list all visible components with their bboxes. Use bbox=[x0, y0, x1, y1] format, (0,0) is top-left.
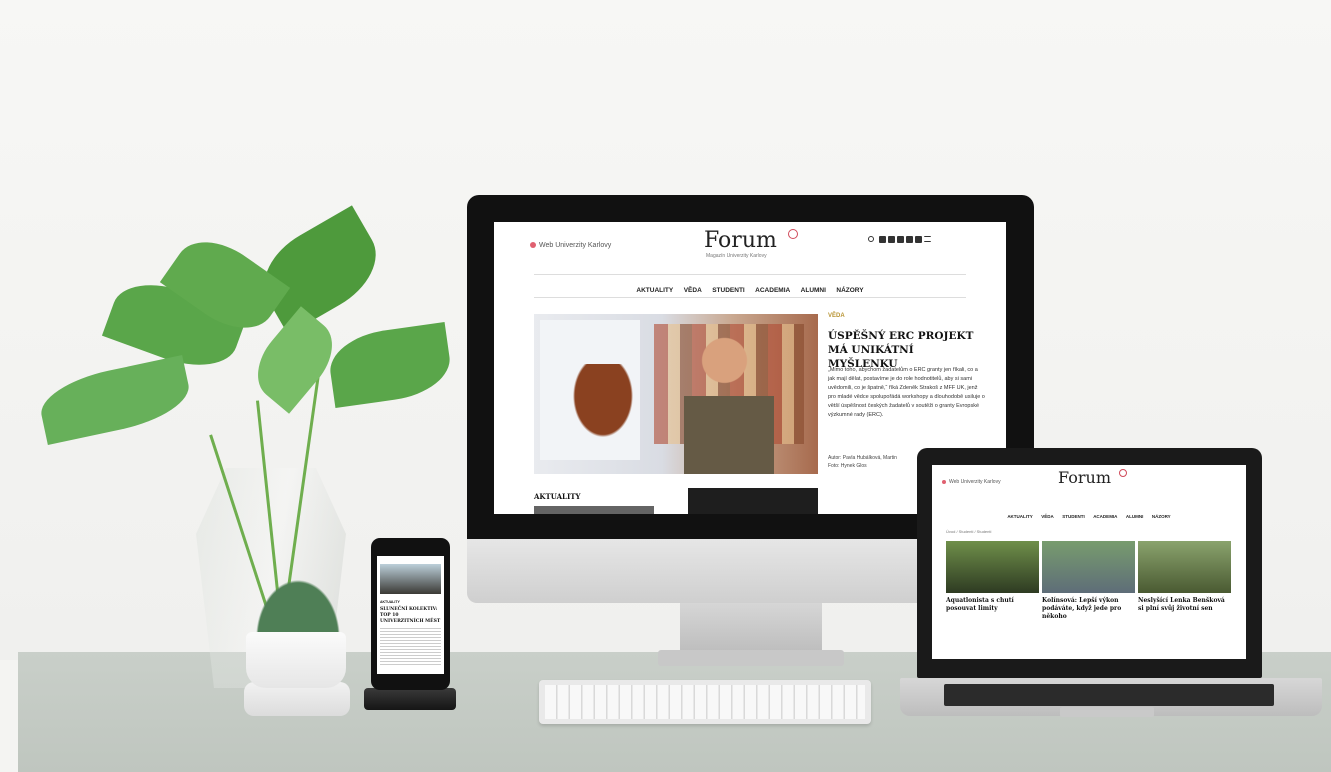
site-logo[interactable]: Forum bbox=[704, 228, 777, 253]
menu-icon[interactable] bbox=[924, 236, 931, 242]
card-image bbox=[1138, 541, 1231, 593]
logo-subtitle: Magazín Univerzity Karlovy bbox=[706, 253, 767, 259]
article-excerpt: „Mimo toho, abychom žadatelům o ERC gran… bbox=[828, 367, 985, 418]
phone-screen: AKTUALITY SLUNEČNÍ KOLEKTIV: TOP 10 UNIV… bbox=[377, 556, 444, 674]
nav-item-veda[interactable]: VĚDA bbox=[1041, 514, 1054, 519]
nav-item-alumni[interactable]: ALUMNI bbox=[1126, 514, 1144, 519]
nav-item-nazory[interactable]: NÁZORY bbox=[1152, 514, 1171, 519]
card-title: Aquatlonista s chutí posouvat limity bbox=[946, 597, 1014, 612]
laptop-site-logo[interactable]: Forum bbox=[1058, 468, 1111, 487]
article-card[interactable]: Kolínsová: Lepší výkon podáváte, když je… bbox=[1042, 541, 1135, 621]
section-thumbnail[interactable] bbox=[688, 488, 818, 514]
article-headline[interactable]: ÚSPĚŠNÝ ERC PROJEKT MÁ UNIKÁTNÍ MYŠLENKU bbox=[828, 329, 978, 371]
logo-ring-icon bbox=[788, 229, 798, 239]
imac-stand bbox=[680, 603, 822, 653]
section-heading: AKTUALITY bbox=[534, 492, 581, 501]
instagram-icon[interactable] bbox=[906, 236, 913, 243]
nav-item-studenti[interactable]: STUDENTI bbox=[1062, 514, 1085, 519]
phone-dock bbox=[364, 688, 456, 710]
red-dot-icon bbox=[942, 479, 946, 484]
nav-divider bbox=[534, 274, 966, 275]
search-icon[interactable] bbox=[868, 236, 874, 242]
laptop-nav: AKTUALITY VĚDA STUDENTI ACADEMIA ALUMNI … bbox=[932, 505, 1246, 523]
card-title: Kolínsová: Lepší výkon podáváte, když je… bbox=[1042, 597, 1122, 620]
nav-item-veda[interactable]: VĚDA bbox=[684, 287, 702, 294]
laptop-university-link[interactable]: Web Univerzity Karlovy bbox=[942, 479, 1001, 485]
site-header: Web Univerzity Karlovy Forum Magazín Uni… bbox=[494, 222, 1006, 270]
linkedin-icon[interactable] bbox=[915, 236, 922, 243]
laptop-trackpad bbox=[1060, 707, 1154, 717]
red-dot-icon bbox=[530, 242, 536, 249]
person bbox=[684, 332, 774, 474]
imac-stand-foot bbox=[658, 650, 844, 666]
card-title: Neslyšící Lenka Benšková si plní svůj ži… bbox=[1138, 597, 1225, 612]
laptop-screen: Web Univerzity Karlovy Forum AKTUALITY V… bbox=[932, 465, 1246, 659]
laptop-keyboard bbox=[944, 684, 1274, 706]
phone-article-image bbox=[380, 564, 441, 594]
article-kicker[interactable]: VĚDA bbox=[828, 313, 845, 319]
nav-item-academia[interactable]: ACADEMIA bbox=[1093, 514, 1117, 519]
succulent bbox=[256, 580, 340, 638]
nav-item-academia[interactable]: ACADEMIA bbox=[755, 287, 790, 294]
nav-item-nazory[interactable]: NÁZORY bbox=[836, 287, 863, 294]
scene: AKTUALITY SLUNEČNÍ KOLEKTIV: TOP 10 UNIV… bbox=[0, 0, 1331, 772]
twitter-icon[interactable] bbox=[888, 236, 895, 243]
section-headline-cropped bbox=[534, 506, 654, 514]
phone-excerpt-lines bbox=[380, 626, 441, 666]
logo-ring-icon bbox=[1119, 469, 1127, 477]
nav-item-studenti[interactable]: STUDENTI bbox=[712, 287, 745, 294]
facebook-icon[interactable] bbox=[879, 236, 886, 243]
phone-section: AKTUALITY bbox=[380, 600, 400, 604]
article-card[interactable]: Neslyšící Lenka Benšková si plní svůj ži… bbox=[1138, 541, 1231, 613]
card-image bbox=[1042, 541, 1135, 593]
keyboard-keys bbox=[545, 685, 865, 719]
article-card[interactable]: Aquatlonista s chutí posouvat limity bbox=[946, 541, 1039, 613]
social-icons bbox=[868, 236, 931, 243]
phone-headline[interactable]: SLUNEČNÍ KOLEKTIV: TOP 10 UNIVERZITNÍCH … bbox=[380, 607, 441, 625]
nav-item-alumni[interactable]: ALUMNI bbox=[801, 287, 826, 294]
laptop-university-link-label: Web Univerzity Karlovy bbox=[949, 479, 1001, 485]
nav-item-aktuality[interactable]: AKTUALITY bbox=[1007, 514, 1033, 519]
nav-item-aktuality[interactable]: AKTUALITY bbox=[636, 287, 673, 294]
breadcrumb[interactable]: Úvod / Studenti / Studenti bbox=[946, 529, 991, 534]
youtube-icon[interactable] bbox=[897, 236, 904, 243]
main-nav: AKTUALITY VĚDA STUDENTI ACADEMIA ALUMNI … bbox=[494, 279, 1006, 297]
hero-image[interactable] bbox=[534, 314, 818, 474]
keyboard bbox=[539, 680, 871, 724]
university-link-label: Web Univerzity Karlovy bbox=[539, 242, 612, 249]
wooden-elephant bbox=[568, 364, 638, 444]
university-link[interactable]: Web Univerzity Karlovy bbox=[530, 242, 611, 249]
nav-divider bbox=[534, 297, 966, 298]
card-image bbox=[946, 541, 1039, 593]
plant-pot bbox=[246, 632, 346, 688]
